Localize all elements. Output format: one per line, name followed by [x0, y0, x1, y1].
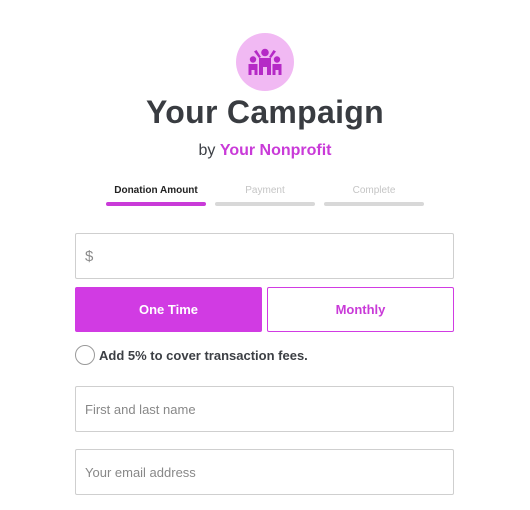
step-complete: Complete — [324, 185, 424, 206]
monthly-button[interactable]: Monthly — [267, 287, 454, 332]
email-field[interactable] — [75, 449, 454, 495]
name-input[interactable] — [85, 387, 453, 431]
one-time-button[interactable]: One Time — [75, 287, 262, 332]
campaign-byline: by Your Nonprofit — [0, 142, 530, 160]
campaign-title: Your Campaign — [146, 94, 384, 130]
amount-field[interactable]: $ — [75, 233, 454, 279]
amount-input[interactable] — [99, 234, 453, 278]
step-progress-bar — [324, 202, 424, 206]
step-progress-bar — [215, 202, 315, 206]
name-field[interactable] — [75, 386, 454, 432]
step-label: Complete — [352, 185, 396, 196]
people-group-icon — [248, 48, 282, 75]
donation-form-page: Your Campaign by Your Nonprofit Donation… — [0, 0, 530, 510]
cover-fees-option[interactable]: Add 5% to cover transaction fees. — [75, 344, 308, 366]
email-input[interactable] — [85, 450, 453, 494]
organization-name: Your Nonprofit — [219, 142, 332, 159]
step-label: Payment — [245, 185, 285, 196]
step-payment: Payment — [215, 185, 315, 206]
step-label: Donation Amount — [114, 185, 198, 196]
progress-steps: Donation Amount Payment Complete — [106, 185, 424, 209]
campaign-logo — [236, 33, 294, 91]
currency-symbol: $ — [85, 247, 94, 265]
cover-fees-checkbox[interactable] — [75, 345, 95, 365]
byline-prefix: by — [198, 142, 216, 159]
step-donation-amount: Donation Amount — [106, 185, 206, 206]
cover-fees-label[interactable]: Add 5% to cover transaction fees. — [99, 348, 308, 363]
step-progress-bar — [106, 202, 206, 206]
